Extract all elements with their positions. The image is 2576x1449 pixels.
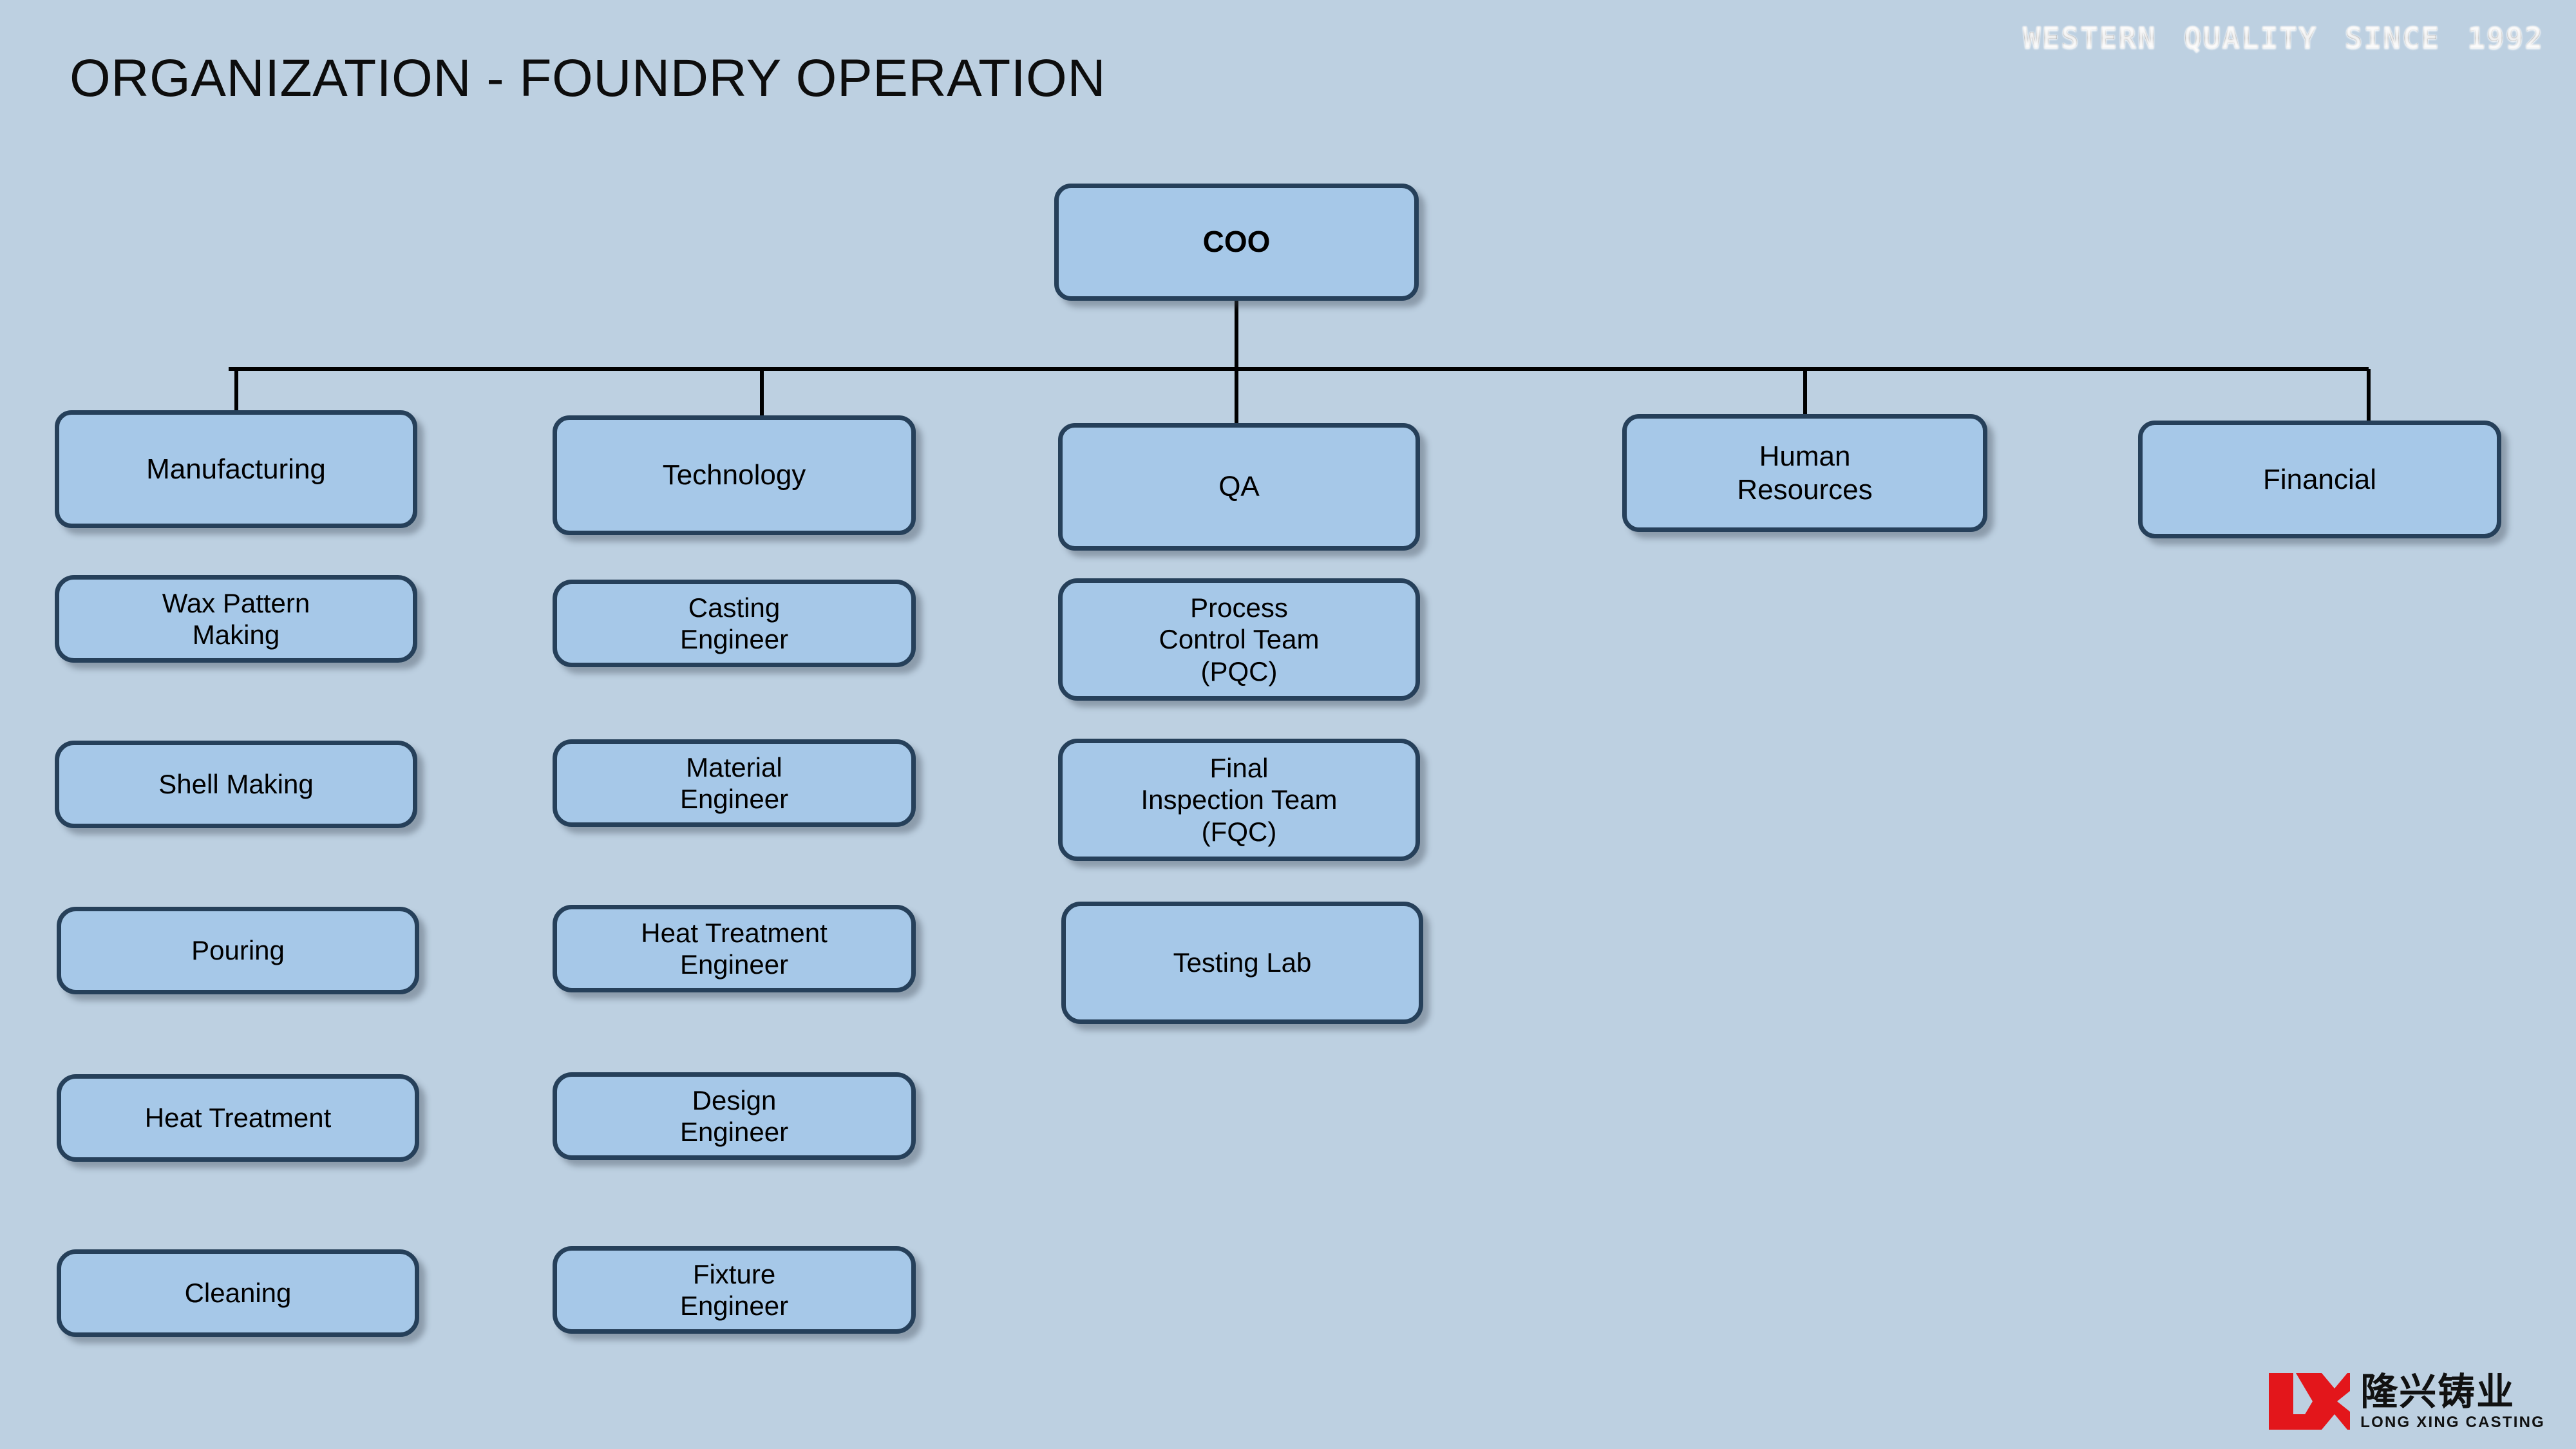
node-material-engineer-label: Material Engineer: [679, 752, 789, 814]
node-wax-pattern-making[interactable]: Wax Pattern Making: [55, 575, 417, 663]
node-pouring-label: Pouring: [191, 935, 285, 966]
node-human-resources-label: Human Resources: [1737, 440, 1873, 506]
node-process-control-team-label: Process Control Team (PQC): [1159, 592, 1320, 687]
node-qa-label: QA: [1218, 471, 1260, 503]
western-quality-tagline: WESTERN QUALITY SINCE 1992: [2018, 18, 2549, 58]
node-cleaning-label: Cleaning: [184, 1278, 292, 1309]
node-qa[interactable]: QA: [1058, 423, 1420, 551]
node-process-control-team[interactable]: Process Control Team (PQC): [1058, 578, 1420, 701]
long-xing-casting-logo-icon: [2269, 1373, 2351, 1430]
node-heat-treatment[interactable]: Heat Treatment: [57, 1074, 419, 1162]
node-financial[interactable]: Financial: [2138, 421, 2501, 538]
node-material-engineer[interactable]: Material Engineer: [553, 739, 916, 827]
tagline-word-since: SINCE: [2340, 18, 2445, 58]
node-pouring[interactable]: Pouring: [57, 907, 419, 994]
node-heat-treatment-engineer[interactable]: Heat Treatment Engineer: [553, 905, 916, 992]
node-coo[interactable]: COO: [1054, 184, 1419, 301]
node-heat-treatment-label: Heat Treatment: [144, 1103, 332, 1133]
tagline-word-quality: QUALITY: [2179, 18, 2323, 58]
node-casting-engineer-label: Casting Engineer: [679, 592, 789, 654]
node-shell-making[interactable]: Shell Making: [55, 741, 417, 828]
company-logo: 隆兴铸业 LONG XING CASTING: [2268, 1372, 2545, 1431]
node-casting-engineer[interactable]: Casting Engineer: [553, 580, 916, 667]
logo-text: 隆兴铸业 LONG XING CASTING: [2360, 1373, 2545, 1430]
node-cleaning[interactable]: Cleaning: [57, 1249, 419, 1337]
node-coo-label: COO: [1202, 225, 1271, 259]
tagline-word-western: WESTERN: [2018, 18, 2162, 58]
node-heat-treatment-engineer-label: Heat Treatment Engineer: [641, 917, 828, 980]
page-title: ORGANIZATION - FOUNDRY OPERATION: [70, 49, 1106, 108]
node-technology-label: Technology: [662, 459, 806, 491]
node-design-engineer-label: Design Engineer: [679, 1084, 789, 1147]
node-testing-lab-label: Testing Lab: [1173, 947, 1312, 978]
node-technology[interactable]: Technology: [553, 415, 916, 535]
node-wax-pattern-making-label: Wax Pattern Making: [162, 587, 310, 650]
node-final-inspection-team-label: Final Inspection Team (FQC): [1141, 753, 1338, 847]
node-testing-lab[interactable]: Testing Lab: [1061, 902, 1423, 1024]
node-design-engineer[interactable]: Design Engineer: [553, 1072, 916, 1160]
node-fixture-engineer-label: Fixture Engineer: [679, 1258, 789, 1321]
logo-company-name-en: LONG XING CASTING: [2360, 1413, 2545, 1431]
node-shell-making-label: Shell Making: [158, 769, 314, 800]
node-manufacturing-label: Manufacturing: [146, 453, 326, 485]
tagline-word-1992: 1992: [2462, 18, 2549, 58]
org-chart-slide: ORGANIZATION - FOUNDRY OPERATION WESTERN…: [0, 0, 2576, 1449]
node-human-resources[interactable]: Human Resources: [1622, 414, 1987, 532]
node-financial-label: Financial: [2262, 463, 2377, 495]
node-final-inspection-team[interactable]: Final Inspection Team (FQC): [1058, 739, 1420, 861]
logo-company-name-cn: 隆兴铸业: [2360, 1369, 2515, 1414]
node-fixture-engineer[interactable]: Fixture Engineer: [553, 1246, 916, 1334]
node-manufacturing[interactable]: Manufacturing: [55, 410, 417, 528]
